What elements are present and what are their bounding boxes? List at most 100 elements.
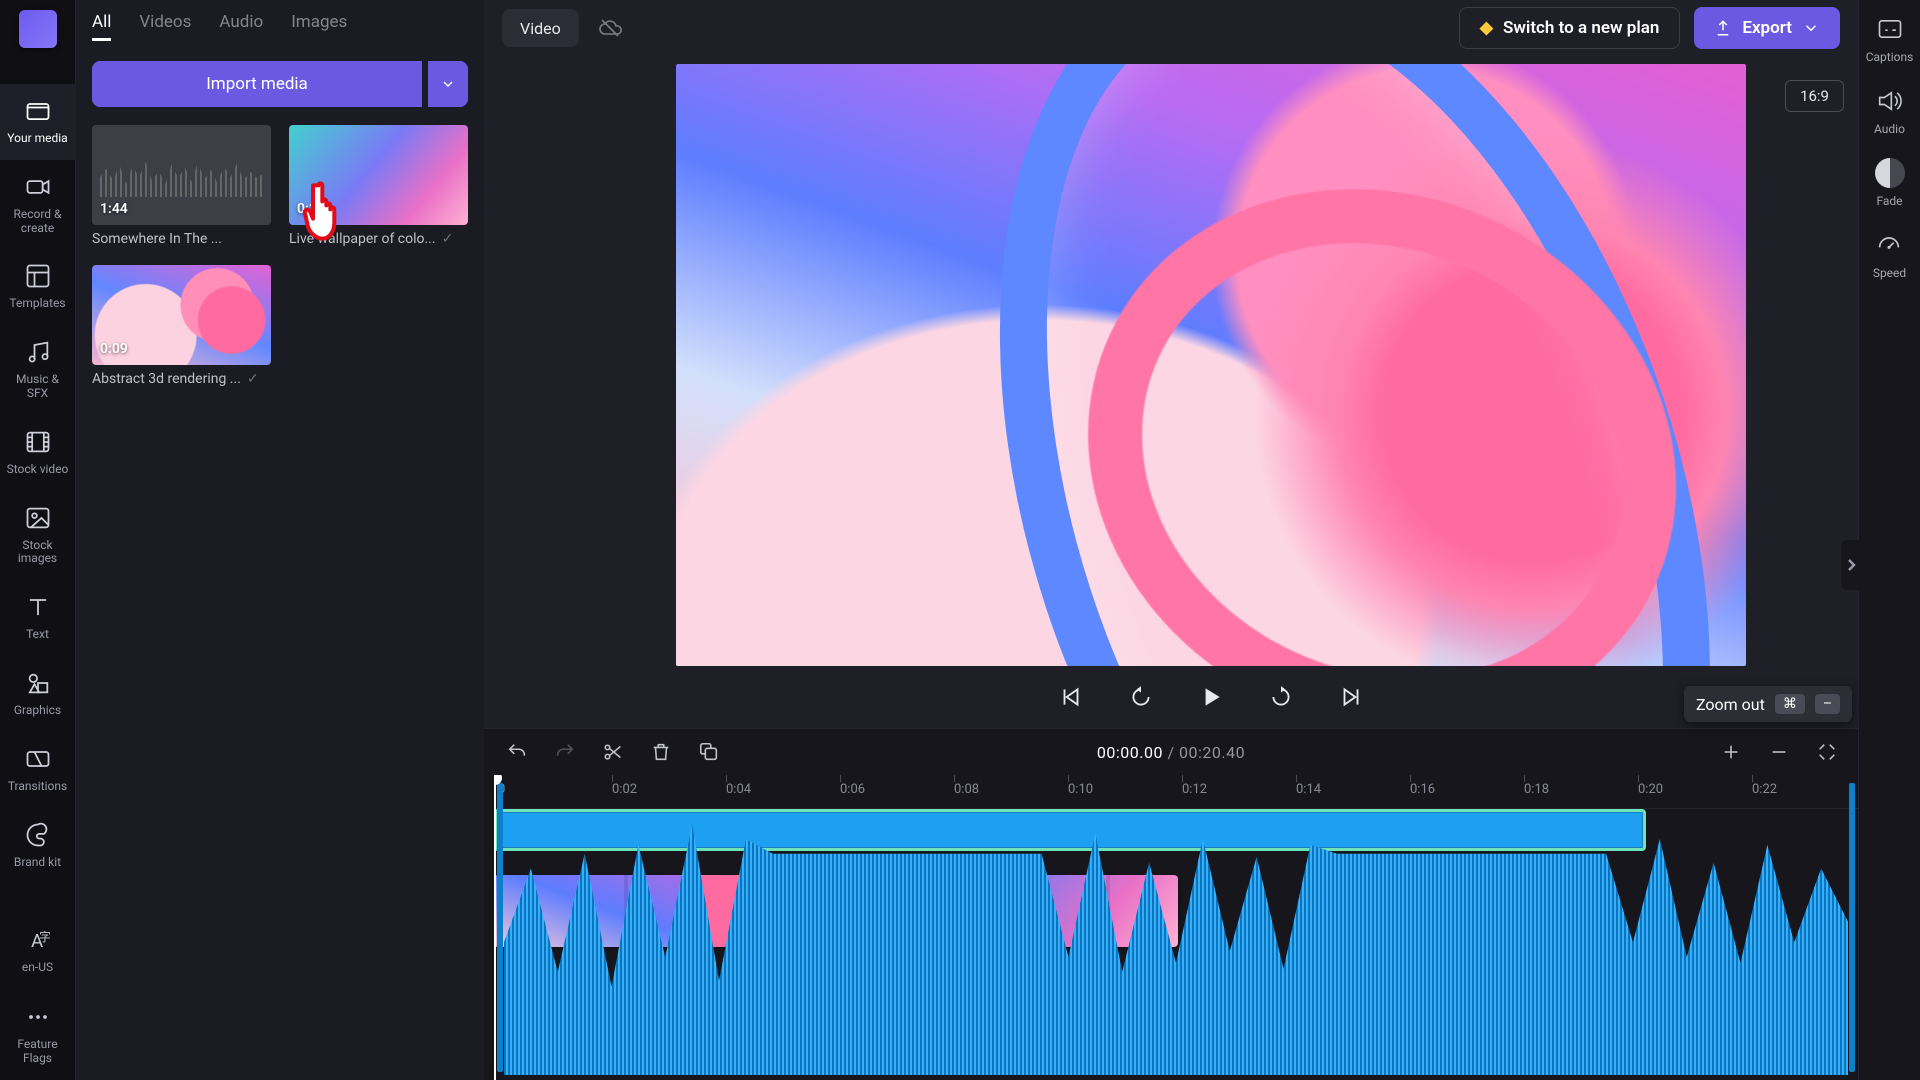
play-button[interactable] — [1196, 682, 1226, 712]
prop-audio[interactable]: Audio — [1874, 86, 1905, 136]
ruler-tick: 0:02 — [612, 782, 637, 797]
collapse-property-rail-button[interactable] — [1841, 540, 1861, 590]
nav-your-media[interactable]: Your media — [0, 84, 76, 160]
media-thumb: 1:44 — [92, 125, 271, 225]
templates-icon — [23, 261, 53, 291]
nav-label: Record & create — [5, 208, 71, 236]
nav-label: Stock images — [5, 539, 71, 567]
nav-stock-video[interactable]: Stock video — [0, 415, 76, 491]
media-caption: Abstract 3d rendering ... ✓ — [92, 371, 271, 387]
nav-label: Brand kit — [14, 856, 61, 870]
preview-canvas[interactable] — [676, 64, 1746, 666]
media-grid: 1:44 Somewhere In The ... 0:20 Live wall… — [92, 125, 468, 387]
nav-music-sfx[interactable]: Music & SFX — [0, 325, 76, 415]
media-caption-text: Abstract 3d rendering ... — [92, 371, 241, 387]
rewind-5-button[interactable] — [1126, 682, 1156, 712]
nav-label: Transitions — [8, 780, 67, 794]
media-tab-images[interactable]: Images — [291, 12, 347, 41]
nav-transitions[interactable]: Transitions — [0, 732, 76, 808]
prop-fade[interactable]: Fade — [1875, 158, 1905, 208]
chevron-down-icon — [440, 76, 456, 92]
ruler-tick: 0:16 — [1410, 782, 1435, 797]
duration-badge: 0:09 — [100, 341, 128, 357]
nav-brand-kit[interactable]: Brand kit — [0, 808, 76, 884]
locale-label: en-US — [22, 961, 53, 975]
ruler-tick: 0:20 — [1638, 782, 1663, 797]
media-thumb: 0:09 — [92, 265, 271, 365]
switch-plan-button[interactable]: ◆ Switch to a new plan — [1459, 7, 1680, 49]
aspect-ratio-selector[interactable]: 16:9 — [1785, 80, 1844, 112]
ruler-tick: 0:06 — [840, 782, 865, 797]
media-tab-audio[interactable]: Audio — [219, 12, 263, 41]
nav-label: Templates — [9, 297, 65, 311]
image-icon — [23, 503, 53, 533]
project-type-chip[interactable]: Video — [502, 9, 579, 47]
undo-button[interactable] — [504, 739, 530, 765]
prop-captions[interactable]: Captions — [1866, 14, 1914, 64]
forward-5-button[interactable] — [1266, 682, 1296, 712]
timecode-total: 00:20 — [1179, 743, 1221, 762]
export-button[interactable]: Export — [1694, 7, 1840, 49]
music-icon — [23, 337, 53, 367]
timeline-ruler[interactable]: 00:020:040:060:080:100:120:140:160:180:2… — [494, 775, 1858, 809]
clip-trim-handle-left[interactable] — [497, 783, 503, 1072]
camera-icon — [23, 172, 53, 202]
playhead[interactable] — [494, 775, 496, 1080]
ruler-tick: 0:08 — [954, 782, 979, 797]
nav-label: Graphics — [14, 704, 61, 718]
delete-button[interactable] — [648, 739, 674, 765]
switch-plan-label: Switch to a new plan — [1503, 18, 1659, 38]
preview-wrap: 16:9 — [484, 56, 1858, 728]
chevron-down-icon — [1802, 19, 1820, 37]
fade-icon — [1875, 158, 1905, 188]
prop-speed[interactable]: Speed — [1873, 230, 1906, 280]
nav-graphics[interactable]: Graphics — [0, 656, 76, 732]
timeline-body[interactable]: 00:020:040:060:080:100:120:140:160:180:2… — [484, 775, 1858, 1080]
cloud-sync-off-icon[interactable] — [593, 11, 627, 45]
check-icon: ✓ — [247, 371, 259, 387]
media-item-3d[interactable]: 0:09 Abstract 3d rendering ... ✓ — [92, 265, 271, 387]
media-tab-all[interactable]: All — [92, 12, 111, 41]
nav-text[interactable]: Text — [0, 580, 76, 656]
duration-badge: 1:44 — [100, 201, 128, 217]
nav-record-create[interactable]: Record & create — [0, 160, 76, 250]
speaker-icon — [1874, 86, 1904, 116]
globe-a-icon: A字 — [23, 925, 53, 955]
timecode-total-frac: .40 — [1221, 743, 1245, 762]
upload-icon — [1714, 19, 1732, 37]
ruler-tick: 0:22 — [1752, 782, 1777, 797]
ruler-tick: 0:10 — [1068, 782, 1093, 797]
media-tab-videos[interactable]: Videos — [139, 12, 191, 41]
media-panel: All Videos Audio Images Import media 1:4… — [76, 0, 484, 1080]
nav-templates[interactable]: Templates — [0, 249, 76, 325]
kbd-cmd: ⌘ — [1775, 694, 1805, 714]
audio-clip[interactable]: Somewhere In The Mountains — [494, 809, 1646, 851]
timeline-tracks[interactable]: 00:020:040:060:080:100:120:140:160:180:2… — [494, 775, 1858, 1080]
redo-button[interactable] — [552, 739, 578, 765]
skip-start-button[interactable] — [1056, 682, 1086, 712]
check-icon: ✓ — [442, 231, 454, 247]
nav-stock-images[interactable]: Stock images — [0, 491, 76, 581]
timecode-current-frac: .00 — [1139, 743, 1163, 762]
split-button[interactable] — [600, 739, 626, 765]
text-icon — [23, 592, 53, 622]
stage-area: Video ◆ Switch to a new plan Export 16:9 — [484, 0, 1858, 1080]
locale-switcher[interactable]: A字 en-US — [0, 911, 76, 989]
playback-controls — [624, 666, 1798, 728]
zoom-out-button[interactable] — [1766, 739, 1792, 765]
prop-label: Captions — [1866, 50, 1914, 64]
skip-end-button[interactable] — [1336, 682, 1366, 712]
export-label: Export — [1742, 18, 1792, 38]
clip-trim-handle-right[interactable] — [1849, 783, 1855, 1072]
zoom-fit-button[interactable] — [1814, 739, 1840, 765]
prop-label: Speed — [1873, 266, 1906, 280]
import-media-dropdown[interactable] — [428, 61, 468, 107]
nav-label: Text — [26, 628, 49, 642]
rail-bottom-group: A字 en-US Feature Flags — [0, 911, 76, 1080]
duplicate-button[interactable] — [696, 739, 722, 765]
feature-flags[interactable]: Feature Flags — [0, 988, 76, 1080]
zoom-in-button[interactable] — [1718, 739, 1744, 765]
gauge-icon — [1874, 230, 1904, 260]
media-tabs: All Videos Audio Images — [92, 12, 468, 47]
svg-text:字: 字 — [39, 930, 51, 944]
